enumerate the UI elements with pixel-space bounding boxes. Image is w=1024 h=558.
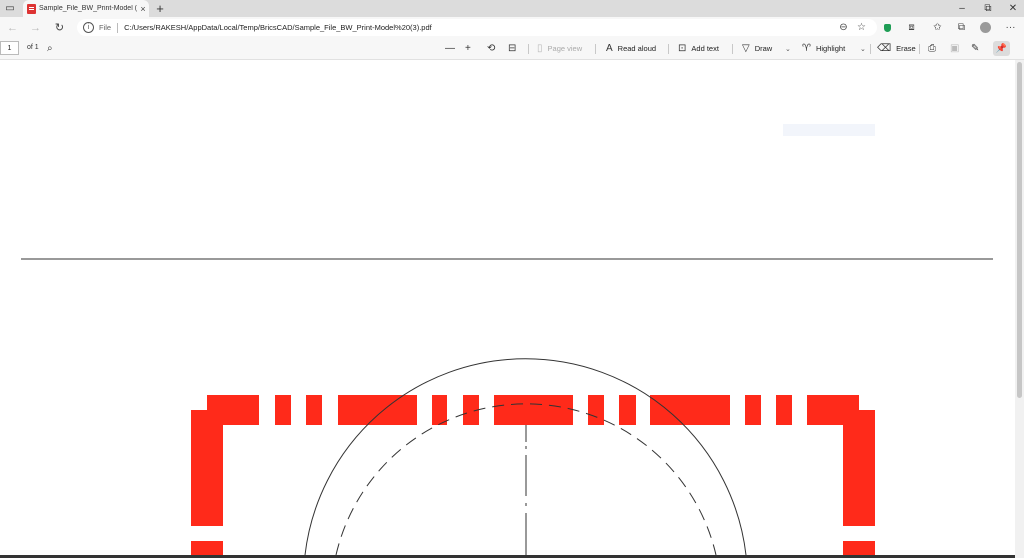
frame-segment (588, 395, 604, 425)
cad-drawing (21, 258, 993, 558)
frame-right-edge (843, 410, 875, 526)
vertical-scrollbar[interactable] (1015, 60, 1024, 558)
frame-segment (745, 395, 761, 425)
frame-segment (494, 395, 573, 425)
frame-segment (776, 395, 792, 425)
frame-segment (306, 395, 322, 425)
frame-left-edge (191, 410, 223, 526)
frame-segment (338, 395, 417, 425)
frame-segment (619, 395, 636, 425)
frame-segment (650, 395, 730, 425)
frame-segment (432, 395, 447, 425)
scrollbar-thumb[interactable] (1017, 62, 1022, 398)
frame-segment (275, 395, 291, 425)
red-frame (191, 395, 875, 558)
